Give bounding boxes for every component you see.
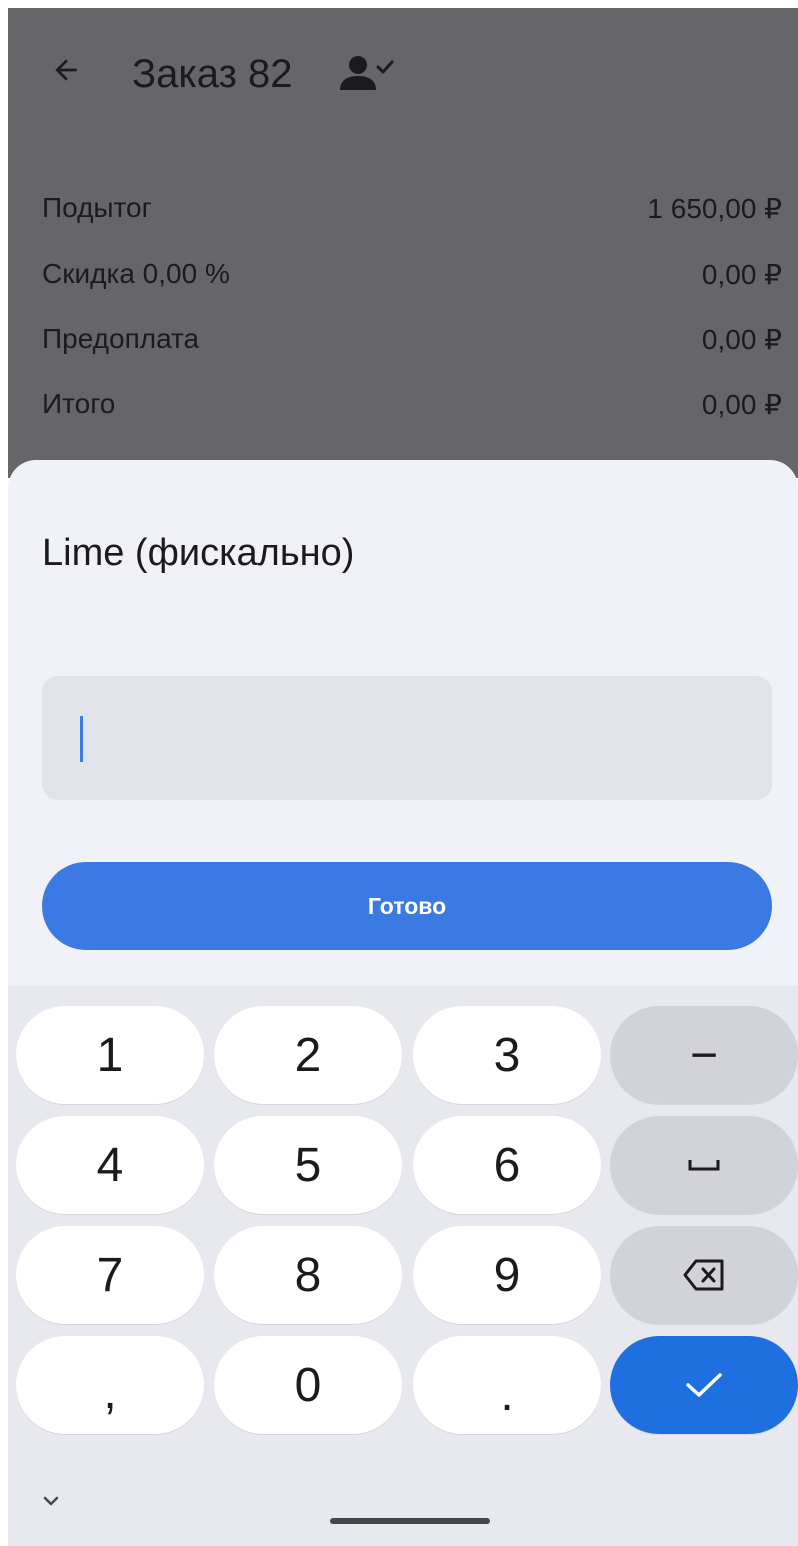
summary-value: 0,00 ₽	[701, 389, 782, 420]
summary-label: Итого	[42, 388, 116, 419]
arrow-left-icon	[55, 59, 77, 81]
user-check-icon	[340, 56, 394, 90]
summary-value: 0,00 ₽	[701, 324, 782, 355]
payment-method-title: Lime (фискально)	[42, 532, 355, 574]
top-app-bar: Заказ 82	[8, 8, 798, 148]
summary-row-subtotal: Подытог 1 650,00 ₽	[42, 192, 782, 232]
summary-row-discount: Скидка 0,00 % 0,00 ₽	[42, 258, 782, 298]
key-4[interactable]: 4	[16, 1116, 204, 1214]
key-9[interactable]: 9	[413, 1226, 601, 1324]
summary-row-total: Итого 0,00 ₽	[42, 388, 782, 428]
key-3[interactable]: 3	[413, 1006, 601, 1104]
key-2[interactable]: 2	[214, 1006, 402, 1104]
summary-label: Скидка 0,00 %	[42, 258, 230, 289]
key-comma[interactable]: ,	[16, 1336, 204, 1434]
chevron-down-icon[interactable]	[36, 1486, 66, 1516]
check-icon	[686, 1373, 722, 1397]
summary-value: 0,00 ₽	[701, 259, 782, 290]
payment-bottom-sheet: Lime (фискально) Готово	[8, 460, 798, 1020]
summary-label: Предоплата	[42, 323, 200, 354]
page-title: Заказ 82	[132, 52, 293, 96]
text-cursor	[80, 716, 83, 762]
key-backspace[interactable]	[610, 1226, 798, 1324]
key-0[interactable]: 0	[214, 1336, 402, 1434]
order-screen: Заказ 82 Подытог 1 650,00 ₽ Скидка 0,00 …	[8, 8, 798, 1546]
key-period[interactable]: .	[413, 1336, 601, 1434]
key-enter[interactable]	[610, 1336, 798, 1434]
done-button[interactable]: Готово	[42, 862, 772, 950]
summary-value: 1 650,00 ₽	[647, 193, 782, 224]
back-button[interactable]	[42, 46, 90, 94]
key-5[interactable]: 5	[214, 1116, 402, 1214]
amount-input[interactable]	[42, 676, 772, 800]
backspace-icon	[683, 1259, 724, 1291]
key-7[interactable]: 7	[16, 1226, 204, 1324]
gesture-navigation-bar[interactable]	[330, 1518, 490, 1524]
numeric-keyboard: 1 2 3 − 4 5 6 7 8 9 , 0 .	[8, 986, 798, 1546]
key-6[interactable]: 6	[413, 1116, 601, 1214]
space-bar-icon	[688, 1160, 720, 1171]
summary-label: Подытог	[42, 192, 152, 223]
dimmed-background[interactable]: Заказ 82 Подытог 1 650,00 ₽ Скидка 0,00 …	[8, 8, 798, 478]
key-space[interactable]	[610, 1116, 798, 1214]
key-1[interactable]: 1	[16, 1006, 204, 1104]
summary-row-prepayment: Предоплата 0,00 ₽	[42, 323, 782, 363]
key-minus[interactable]: −	[610, 1006, 798, 1104]
key-8[interactable]: 8	[214, 1226, 402, 1324]
